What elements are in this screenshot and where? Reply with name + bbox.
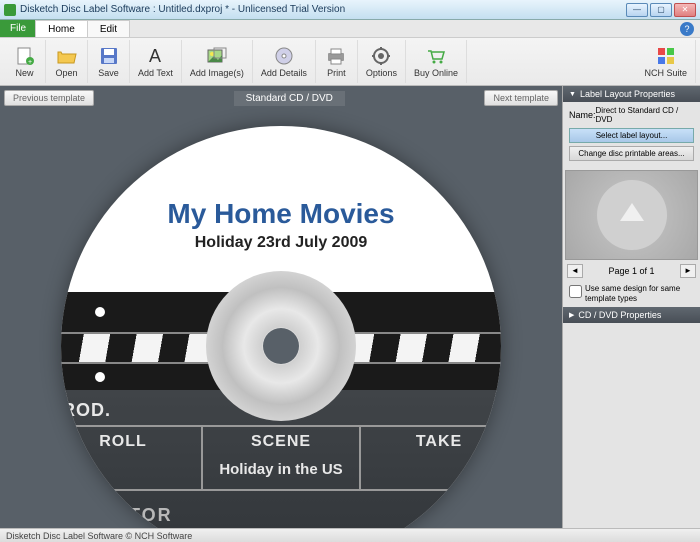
add-details-label: Add Details bbox=[261, 68, 307, 78]
help-icon[interactable]: ? bbox=[680, 22, 694, 36]
print-button[interactable]: Print bbox=[316, 40, 358, 83]
layout-preview bbox=[565, 170, 698, 260]
same-design-checkbox-input[interactable] bbox=[569, 285, 582, 298]
svg-text:+: + bbox=[27, 59, 31, 65]
open-label: Open bbox=[55, 68, 77, 78]
tab-edit[interactable]: Edit bbox=[87, 20, 130, 37]
page-indicator: Page 1 of 1 bbox=[608, 266, 654, 276]
open-button[interactable]: Open bbox=[46, 40, 88, 83]
template-bar: Previous template Standard CD / DVD Next… bbox=[4, 88, 558, 108]
add-details-icon bbox=[274, 46, 294, 66]
save-label: Save bbox=[98, 68, 119, 78]
titlebar: Disketch Disc Label Software : Untitled.… bbox=[0, 0, 700, 20]
minimize-button[interactable]: — bbox=[626, 3, 648, 17]
print-icon bbox=[326, 46, 346, 66]
close-button[interactable]: ✕ bbox=[674, 3, 696, 17]
disc-title-text[interactable]: My Home Movies bbox=[61, 198, 501, 230]
maximize-button[interactable]: ▢ bbox=[650, 3, 672, 17]
menubar: File Home Edit ? bbox=[0, 20, 700, 38]
page-prev-button[interactable]: ◄ bbox=[567, 264, 583, 278]
nch-suite-icon bbox=[656, 46, 676, 66]
name-label: Name: bbox=[569, 110, 596, 120]
ribbon: + New Open Save A Add Text Add Image(s) … bbox=[0, 38, 700, 86]
name-value: Direct to Standard CD / DVD bbox=[596, 106, 694, 124]
canvas-area[interactable]: Previous template Standard CD / DVD Next… bbox=[0, 86, 562, 528]
buy-online-button[interactable]: Buy Online bbox=[406, 40, 467, 83]
print-label: Print bbox=[327, 68, 346, 78]
disc-hub bbox=[206, 271, 356, 421]
disc-subtitle-text[interactable]: Holiday 23rd July 2009 bbox=[61, 234, 501, 252]
cd-dvd-properties-header[interactable]: ▶CD / DVD Properties bbox=[563, 307, 700, 323]
save-icon bbox=[99, 46, 119, 66]
right-panel: ▼Label Layout Properties Name:Direct to … bbox=[562, 86, 700, 528]
prev-template-button[interactable]: Previous template bbox=[4, 90, 94, 106]
save-button[interactable]: Save bbox=[88, 40, 130, 83]
options-button[interactable]: Options bbox=[358, 40, 406, 83]
options-icon bbox=[371, 46, 391, 66]
add-details-button[interactable]: Add Details bbox=[253, 40, 316, 83]
clapper-take-label: TAKE bbox=[365, 433, 501, 451]
workspace: Previous template Standard CD / DVD Next… bbox=[0, 86, 700, 528]
tab-home[interactable]: Home bbox=[35, 20, 88, 37]
statusbar: Disketch Disc Label Software © NCH Softw… bbox=[0, 528, 700, 542]
same-design-checkbox[interactable]: Use same design for same template types bbox=[563, 280, 700, 307]
add-images-button[interactable]: Add Image(s) bbox=[182, 40, 253, 83]
nch-suite-label: NCH Suite bbox=[644, 68, 687, 78]
clapper-roll-label: ROLL bbox=[61, 433, 197, 451]
page-next-button[interactable]: ► bbox=[680, 264, 696, 278]
select-label-layout-button[interactable]: Select label layout... bbox=[569, 128, 694, 143]
open-icon bbox=[57, 46, 77, 66]
change-printable-areas-button[interactable]: Change disc printable areas... bbox=[569, 146, 694, 161]
next-template-button[interactable]: Next template bbox=[484, 90, 558, 106]
add-text-label: Add Text bbox=[138, 68, 173, 78]
window-title: Disketch Disc Label Software : Untitled.… bbox=[20, 4, 624, 15]
clapper-scene-value: Holiday in the US bbox=[207, 461, 355, 479]
buy-online-label: Buy Online bbox=[414, 68, 458, 78]
options-label: Options bbox=[366, 68, 397, 78]
add-text-icon: A bbox=[145, 46, 165, 66]
menu-file[interactable]: File bbox=[0, 20, 36, 37]
clapper-director-label: DIRECTOR bbox=[61, 489, 501, 528]
label-layout-header[interactable]: ▼Label Layout Properties bbox=[563, 86, 700, 102]
app-icon bbox=[4, 4, 16, 16]
svg-text:A: A bbox=[149, 47, 161, 65]
add-text-button[interactable]: A Add Text bbox=[130, 40, 182, 83]
buy-online-icon bbox=[426, 46, 446, 66]
add-images-icon bbox=[207, 46, 227, 66]
disc-preview[interactable]: My Home Movies Holiday 23rd July 2009 PR… bbox=[61, 126, 501, 528]
add-images-label: Add Image(s) bbox=[190, 68, 244, 78]
new-button[interactable]: + New bbox=[4, 40, 46, 83]
new-label: New bbox=[15, 68, 33, 78]
status-text: Disketch Disc Label Software © NCH Softw… bbox=[6, 531, 192, 541]
up-arrow-icon bbox=[620, 203, 644, 221]
nch-suite-button[interactable]: NCH Suite bbox=[636, 40, 696, 83]
template-name: Standard CD / DVD bbox=[234, 91, 345, 106]
clapper-scene-label: SCENE bbox=[207, 433, 355, 451]
new-icon: + bbox=[15, 46, 35, 66]
